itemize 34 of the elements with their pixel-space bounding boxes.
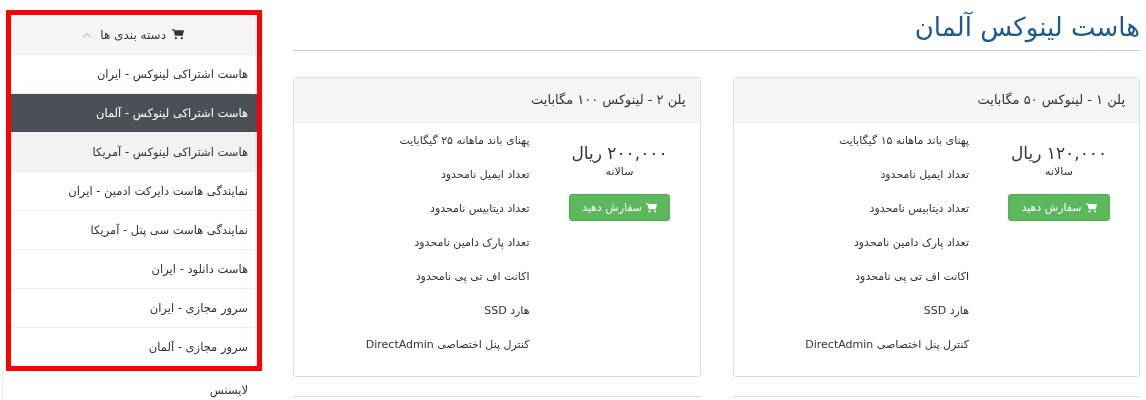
plan-feature: کنترل پنل اختصاصی DirectAdmin	[805, 337, 969, 353]
category-header[interactable]: دسته بندی ها	[11, 15, 257, 54]
category-link[interactable]: نمایندگی هاست دایرکت ادمین - ایران	[11, 171, 257, 210]
category-link[interactable]: هاست دانلود - ایران	[11, 249, 257, 288]
plan-feature: تعداد ایمیل نامحدود	[439, 167, 530, 183]
plan-feature: کنترل پنل اختصاصی DirectAdmin	[365, 337, 530, 353]
cart-icon	[1085, 202, 1097, 213]
cart-icon	[172, 29, 184, 40]
page-title: هاست لینوکس آلمان	[293, 0, 1140, 51]
billing-period: سالانه	[1045, 165, 1073, 178]
category-link[interactable]: سرور مجازی - ایران	[11, 288, 257, 327]
category-link[interactable]: هاست اشتراکی لینوکس - آلمان	[11, 93, 257, 132]
plan-feature: هارد SSD	[483, 303, 530, 319]
category-link[interactable]: سرور مجازی - آلمان	[11, 327, 257, 366]
category-title: دسته بندی ها	[100, 27, 166, 42]
plan-feature: پهنای باند ماهانه ۲۵ گیگابایت	[398, 133, 530, 149]
plan-feature: تعداد ایمیل نامحدود	[879, 167, 969, 183]
plan-feature: تعداد دیتابیس نامحدود	[429, 201, 530, 217]
plan-feature: تعداد دیتابیس نامحدود	[868, 201, 969, 217]
plan-feature: تعداد پارک دامین نامحدود	[413, 235, 530, 251]
plan-title: پلن ۲ - لینوکس ۱۰۰ مگابایت	[294, 78, 700, 123]
category-link[interactable]: نمایندگی هاست سی پنل - آمریکا	[11, 210, 257, 249]
plan-feature: تعداد پارک دامین نامحدود	[852, 235, 969, 251]
plan-feature: اکانت اف تی پی نامحدود	[414, 269, 530, 285]
plan-title: پلن ۱ - لینوکس ۵۰ مگابایت	[733, 78, 1139, 123]
plan-price: ۲۰۰,۰۰۰ ریال	[571, 143, 668, 163]
category-link[interactable]: لایسنس	[2, 371, 262, 400]
cart-icon	[646, 202, 658, 213]
plan-feature: هارد SSD	[922, 303, 969, 319]
plan-feature: اکانت اف تی پی نامحدود	[854, 269, 969, 285]
plan-feature: پهنای باند ماهانه ۱۵ گیگابایت	[837, 133, 969, 149]
plan-price: ۱۲۰,۰۰۰ ریال	[1010, 143, 1108, 163]
category-link[interactable]: هاست اشتراکی لینوکس - آمریکا	[11, 132, 257, 171]
billing-period: سالانه	[605, 165, 634, 178]
